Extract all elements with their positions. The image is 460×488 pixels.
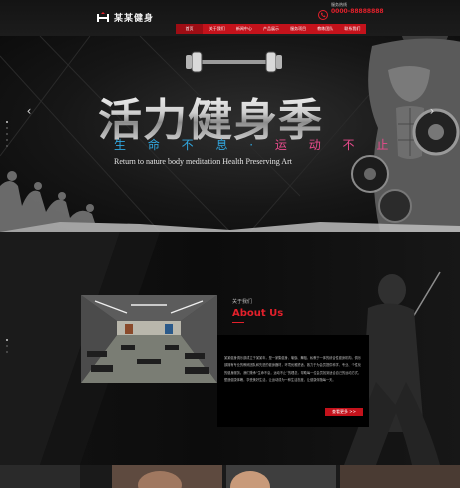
banner-pagination bbox=[6, 121, 8, 147]
about-subtitle: 关于我们 bbox=[232, 299, 253, 305]
banner-subline: Return to nature body meditation Health … bbox=[114, 157, 292, 166]
phone-icon bbox=[318, 5, 328, 20]
site-header: 某某健身 服务热线 0000-88888888 首页 关于我们 新闻中心 产品展… bbox=[0, 0, 460, 36]
logo-text: 某某健身 bbox=[114, 14, 155, 24]
nav-item-services[interactable]: 服务项目 bbox=[285, 24, 312, 34]
about-card: 某某健身俱乐部成立于某某年，是一家集健身、瑜伽、舞蹈、私教于一体的综合性健身机构… bbox=[217, 335, 369, 427]
athlete-image bbox=[351, 36, 460, 232]
nav-item-about[interactable]: 关于我们 bbox=[203, 24, 230, 34]
pagination-dot[interactable] bbox=[6, 351, 8, 353]
pagination-dot[interactable] bbox=[6, 145, 8, 147]
hotline-label: 服务热线 bbox=[331, 2, 347, 7]
section-preview-image bbox=[0, 465, 460, 488]
gym-photo bbox=[81, 295, 217, 383]
slogan-part-1: 生 命 不 息 · bbox=[114, 138, 263, 152]
hotline: 服务热线 0000-88888888 bbox=[318, 2, 384, 20]
prev-slide-button[interactable]: ‹ bbox=[24, 104, 34, 118]
about-pagination bbox=[6, 339, 8, 353]
next-section-preview bbox=[0, 465, 460, 488]
hotline-number: 0000-88888888 bbox=[331, 8, 384, 15]
view-more-button[interactable]: 查看更多 >> bbox=[325, 408, 363, 416]
pagination-dot[interactable] bbox=[6, 127, 8, 129]
nav-item-products[interactable]: 产品展示 bbox=[257, 24, 284, 34]
pagination-dot[interactable] bbox=[6, 339, 8, 341]
pagination-dot[interactable] bbox=[6, 345, 8, 347]
main-nav: 首页 关于我们 新闻中心 产品展示 服务项目 教练团队 联系我们 bbox=[176, 24, 366, 34]
chevron-left-icon: ‹ bbox=[26, 104, 32, 118]
dumbbell-icon bbox=[186, 51, 282, 73]
nav-item-coaches[interactable]: 教练团队 bbox=[312, 24, 339, 34]
chevron-right-icon: › bbox=[429, 104, 435, 118]
logo[interactable]: 某某健身 bbox=[96, 11, 154, 24]
about-description: 某某健身俱乐部成立于某某年，是一家集健身、瑜伽、舞蹈、私教于一体的综合性健身机构… bbox=[224, 356, 362, 383]
nav-item-contact[interactable]: 联系我们 bbox=[339, 24, 366, 34]
pagination-dot[interactable] bbox=[6, 139, 8, 141]
logo-icon bbox=[96, 11, 110, 24]
about-title: About Us bbox=[232, 308, 284, 319]
next-slide-button[interactable]: › bbox=[427, 104, 437, 118]
hero-banner: ‹ › 活力健身季 生 命 不 息 · 运 动 不 止 Return to na… bbox=[0, 36, 460, 232]
about-section: 关于我们 About Us 某某健身俱乐部成立于某某年，是一家集健身、瑜伽、舞蹈… bbox=[0, 232, 460, 465]
banner-slogan: 生 命 不 息 · 运 动 不 止 bbox=[114, 136, 397, 153]
pagination-dot[interactable] bbox=[6, 133, 8, 135]
slogan-part-2: 运 动 不 止 bbox=[274, 138, 398, 152]
nav-item-home[interactable]: 首页 bbox=[176, 24, 204, 34]
pagination-dot[interactable] bbox=[6, 121, 8, 123]
title-divider bbox=[232, 322, 244, 323]
nav-item-news[interactable]: 新闻中心 bbox=[230, 24, 257, 34]
